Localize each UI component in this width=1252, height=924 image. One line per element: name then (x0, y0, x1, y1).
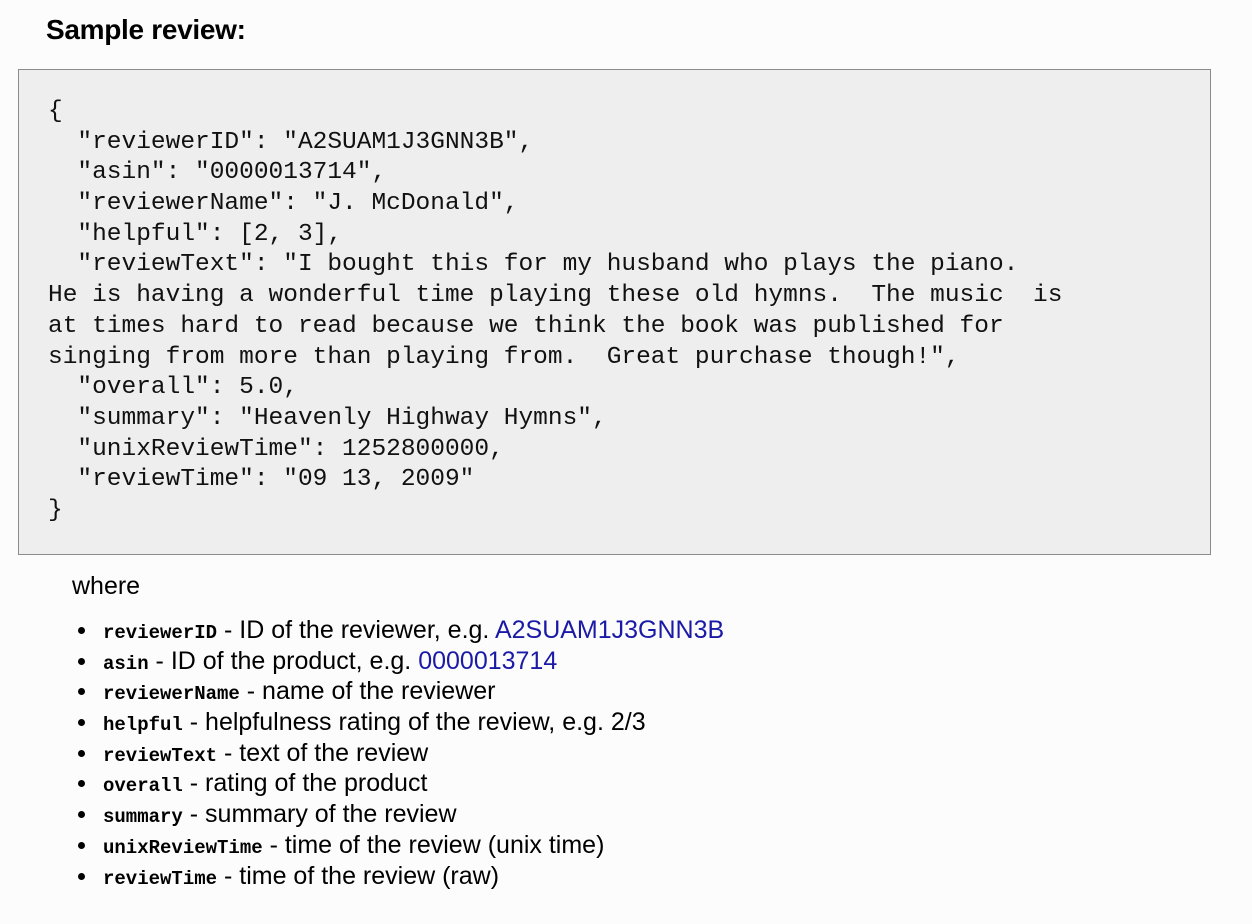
code-line: "unixReviewTime": 1252800000, (48, 435, 504, 463)
bullet-icon (78, 841, 85, 849)
field-name: reviewerID (103, 622, 218, 644)
code-line: "summary": "Heavenly Highway Hymns", (48, 404, 607, 432)
code-line: "reviewText": "I bought this for my husb… (48, 251, 1019, 279)
field-name: reviewerName (103, 683, 240, 706)
code-box: { "reviewerID": "A2SUAM1J3GNN3B", "asin"… (18, 69, 1211, 555)
field-name: unixReviewTime (103, 836, 263, 859)
bullet-icon (78, 749, 85, 757)
example-link[interactable]: A2SUAM1J3GNN3B (495, 616, 724, 644)
field-description: - time of the review (unix time) (262, 830, 605, 859)
code-line: } (48, 496, 63, 524)
code-line: He is having a wonderful time playing th… (48, 282, 1063, 310)
field-description: - name of the reviewer (239, 677, 496, 706)
field-name: helpful (103, 714, 183, 737)
example-link[interactable]: 0000013714 (418, 647, 557, 675)
bullet-icon (78, 872, 85, 880)
field-list: reviewerID - ID of the reviewer, e.g. A2… (76, 615, 724, 891)
list-item-overall: overall - rating of the product (76, 768, 724, 799)
field-description: - time of the review (raw) (217, 861, 500, 890)
field-description: - helpfulness rating of the review, e.g.… (182, 708, 646, 737)
field-description: - ID of the reviewer, e.g. (217, 616, 495, 644)
code-line: "reviewTime": "09 13, 2009" (48, 466, 475, 494)
field-name: summary (103, 806, 183, 829)
list-item-reviewtext: reviewText - text of the review (76, 738, 724, 769)
field-description: - summary of the review (182, 800, 457, 829)
field-name: overall (103, 775, 183, 798)
bullet-icon (78, 657, 85, 665)
list-item-reviewerid: reviewerID - ID of the reviewer, e.g. A2… (76, 615, 724, 646)
bullet-icon (78, 688, 85, 696)
field-description: - rating of the product (182, 769, 428, 798)
code-line: "overall": 5.0, (48, 374, 298, 402)
code-line: "asin": "0000013714", (48, 159, 387, 187)
list-item-summary: summary - summary of the review (76, 799, 724, 830)
list-item-unixreviewtime: unixReviewTime - time of the review (uni… (76, 830, 724, 861)
field-description: - ID of the product, e.g. (148, 646, 419, 675)
code-line: singing from more than playing from. Gre… (48, 343, 960, 371)
field-name: reviewText (103, 744, 218, 767)
bullet-icon (78, 780, 85, 788)
field-name: reviewTime (103, 867, 218, 890)
where-label: where (72, 572, 141, 600)
section-heading: Sample review: (46, 14, 246, 45)
code-line: "helpful": [2, 3], (48, 220, 343, 248)
code-line: "reviewerID": "A2SUAM1J3GNN3B", (48, 128, 534, 156)
bullet-icon (78, 811, 85, 819)
field-name: asin (103, 652, 149, 675)
list-item-reviewtime: reviewTime - time of the review (raw) (76, 861, 724, 892)
bullet-icon (78, 719, 85, 727)
code-line: { (48, 98, 63, 125)
code-line: at times hard to read because we think t… (48, 312, 1004, 340)
bullet-icon (78, 627, 85, 634)
list-item-helpful: helpful - helpfulness rating of the revi… (76, 707, 724, 738)
field-description: - text of the review (217, 738, 429, 767)
code-line: "reviewerName": "J. McDonald", (48, 190, 519, 218)
list-item-reviewername: reviewerName - name of the reviewer (76, 676, 724, 707)
sample-review-json: { "reviewerID": "A2SUAM1J3GNN3B", "asin"… (48, 97, 1062, 527)
list-item-asin: asin - ID of the product, e.g. 000001371… (76, 646, 724, 677)
